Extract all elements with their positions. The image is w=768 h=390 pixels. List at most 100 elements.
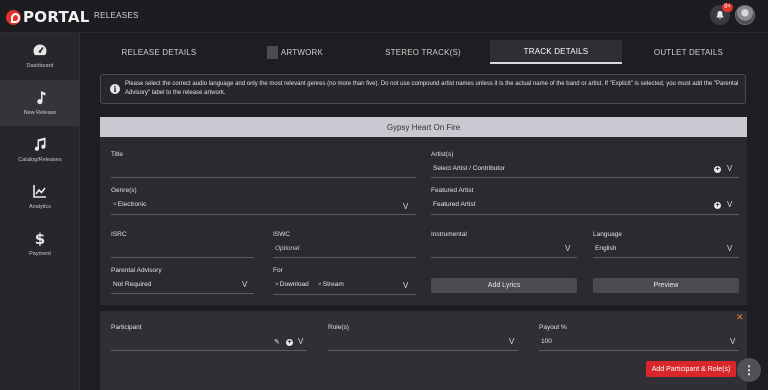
sidebar-item-analytics[interactable]: Analytics [0, 174, 80, 220]
title-field[interactable]: Title [111, 151, 416, 181]
genre-chip[interactable]: ×Electronic [113, 201, 146, 208]
sidebar-item-label: Payment [29, 251, 51, 257]
notification-badge: 9+ [722, 3, 733, 12]
avatar[interactable] [735, 5, 755, 25]
field-label: Instrumental [431, 231, 467, 238]
tab-release-details[interactable]: RELEASE DETAILS [100, 40, 218, 64]
remove-chip-icon[interactable]: × [318, 281, 322, 288]
chevron-down-icon[interactable]: V [509, 337, 514, 346]
field-label: Participant [111, 324, 142, 331]
field-underline [111, 293, 254, 294]
field-label: ISRC [111, 231, 127, 238]
field-label: Parental Advisory [111, 267, 162, 274]
chevron-down-icon[interactable]: V [727, 200, 732, 209]
for-chip-label: Stream [322, 281, 344, 288]
parental-advisory-select[interactable]: Not Required [113, 281, 151, 288]
field-label: Genre(s) [111, 187, 137, 194]
for-chip-label: Download [279, 281, 309, 288]
field-label: Role(s) [328, 324, 349, 331]
field-label: Artist(s) [431, 151, 454, 158]
artwork-thumbnail-icon [266, 45, 278, 59]
field-label: Language [593, 231, 622, 238]
field-label: ISWC [273, 231, 290, 238]
participant-section: Participant ✎ + V Role(s) V Payout % 100… [100, 311, 747, 390]
chevron-down-icon[interactable]: V [298, 337, 303, 346]
payout-select[interactable]: 100 [541, 338, 552, 345]
for-field[interactable]: For ×Download ×Stream V [273, 267, 416, 297]
add-featured-artist-icon[interactable]: + [714, 202, 721, 209]
tab-label: STEREO TRACK(S) [385, 47, 461, 57]
field-underline [273, 294, 416, 295]
for-chip-stream[interactable]: ×Stream [318, 281, 344, 288]
more-options-icon[interactable]: ⋮ [737, 358, 761, 382]
chevron-down-icon[interactable]: V [730, 337, 735, 346]
language-field[interactable]: Language English V [593, 231, 739, 261]
chevron-down-icon[interactable]: V [727, 244, 732, 253]
field-label: Featured Artist [431, 187, 474, 194]
chevron-down-icon[interactable]: V [565, 244, 570, 253]
logo-text: PORTAL [23, 8, 90, 26]
tab-outlet-details[interactable]: OUTLET DETAILS [630, 40, 747, 64]
sidebar: Dashboard New Release Catalog/Releases A… [0, 33, 80, 390]
close-icon[interactable]: ✕ [736, 312, 744, 323]
add-participant-icon[interactable]: + [286, 339, 293, 346]
field-underline [431, 214, 739, 215]
chevron-down-icon[interactable]: V [403, 202, 408, 211]
tab-label: ARTWORK [280, 47, 324, 57]
roles-field[interactable]: Role(s) V [328, 324, 518, 354]
featured-artist-select[interactable]: Featured Artist [433, 201, 475, 208]
info-icon: i [110, 84, 120, 94]
payout-field[interactable]: Payout % 100 V [539, 324, 739, 354]
remove-chip-icon[interactable]: × [113, 201, 117, 208]
remove-chip-icon[interactable]: × [275, 281, 279, 288]
add-lyrics-button[interactable]: Add Lyrics [431, 278, 577, 293]
tab-artwork[interactable]: ARTWORK [240, 40, 350, 64]
tab-track-details[interactable]: TRACK DETAILS [490, 40, 622, 64]
isrc-field[interactable]: ISRC [111, 231, 254, 261]
iswc-input[interactable]: Optional [275, 245, 299, 252]
chevron-down-icon[interactable]: V [242, 280, 247, 289]
music-note-icon [37, 91, 46, 105]
sidebar-item-payment[interactable]: $ Payment [0, 221, 80, 267]
chevron-down-icon[interactable]: V [727, 164, 732, 173]
sidebar-item-label: Dashboard [26, 63, 54, 69]
iswc-field[interactable]: ISWC Optional [273, 231, 416, 261]
field-underline [539, 350, 739, 351]
page-title: RELEASES [94, 11, 139, 20]
sidebar-item-catalog[interactable]: Catalog/Releases [0, 127, 80, 173]
artists-select[interactable]: Select Artist / Contributor [433, 165, 505, 172]
edit-icon[interactable]: ✎ [274, 338, 280, 346]
tab-label: RELEASE DETAILS [121, 47, 197, 57]
chevron-down-icon[interactable]: V [403, 281, 408, 290]
field-underline [111, 177, 416, 178]
field-underline [273, 257, 416, 258]
sidebar-item-new-release[interactable]: New Release [0, 80, 80, 126]
sidebar-item-dashboard[interactable]: Dashboard [0, 33, 80, 79]
field-underline [111, 350, 307, 351]
instrumental-field[interactable]: Instrumental V [431, 231, 577, 261]
field-underline [111, 257, 254, 258]
add-artist-icon[interactable]: + [714, 166, 721, 173]
track-title-header[interactable]: Gypsy Heart On Fire [100, 117, 747, 137]
genres-field[interactable]: Genre(s) ×Electronic V [111, 187, 416, 217]
field-label: Title [111, 151, 124, 158]
add-participant-button[interactable]: Add Participant & Role(s) [646, 361, 736, 377]
sidebar-item-label: New Release [23, 110, 57, 116]
tab-stereo-tracks[interactable]: STEREO TRACK(S) [365, 40, 481, 64]
preview-button[interactable]: Preview [593, 278, 739, 293]
for-chip-download[interactable]: ×Download [275, 281, 309, 288]
tab-label: TRACK DETAILS [523, 46, 589, 56]
field-underline [111, 214, 416, 215]
portal-logo[interactable]: PORTAL [6, 7, 90, 27]
top-bar: PORTAL RELEASES 9+ [0, 0, 768, 33]
dollar-icon: $ [35, 230, 45, 246]
field-label: For [273, 267, 283, 274]
field-underline [431, 177, 739, 178]
dashboard-icon [33, 44, 47, 56]
featured-artist-field[interactable]: Featured Artist Featured Artist + V [431, 187, 739, 217]
language-select[interactable]: English [595, 245, 616, 252]
parental-advisory-field[interactable]: Parental Advisory Not Required V [111, 267, 254, 297]
artists-field[interactable]: Artist(s) Select Artist / Contributor + … [431, 151, 739, 181]
svg-text:$: $ [35, 230, 45, 246]
participant-field[interactable]: Participant ✎ + V [111, 324, 307, 354]
